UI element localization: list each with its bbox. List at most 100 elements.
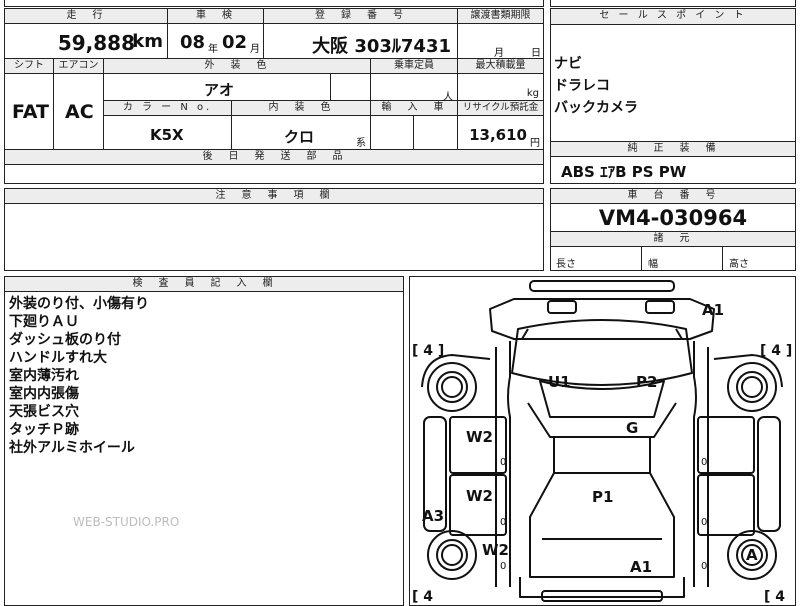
inspector-note: 室内内張傷 <box>9 386 79 402</box>
mileage-cell: 59,888 km <box>4 23 168 59</box>
ac-header: エアコン <box>53 58 104 74</box>
inspector-note: 室内薄汚れ <box>9 368 79 384</box>
later-parts-header: 後 日 発 送 部 品 <box>4 149 544 165</box>
recycle-amount: 13,610 <box>469 126 527 144</box>
recycle-header: リサイクル預託金 <box>457 100 544 116</box>
later-parts-cell <box>4 164 544 184</box>
interior-color-cell: クロ 系 <box>231 115 371 150</box>
shift-cell: FAT <box>4 73 54 150</box>
cautions-box: 注 意 事 項 欄 <box>4 188 544 271</box>
tire-front-right: [ 4 ] <box>760 343 792 359</box>
length-cell: 長さ <box>550 246 642 271</box>
shift-header: シフト <box>4 58 54 74</box>
mark-a-wheel: A <box>746 546 758 564</box>
inspector-note: タッチＰ跡 <box>9 422 79 438</box>
max-load-header: 最大積載量 <box>457 58 544 74</box>
capacity-cell: 人 <box>370 73 458 103</box>
color-no-header: カ ラ ー N o. <box>103 100 232 116</box>
import-cell-a <box>370 115 414 150</box>
mileage-value: 59,888 <box>57 31 135 55</box>
door-zero: 0 <box>701 561 707 572</box>
door-zero: 0 <box>701 457 707 468</box>
width-label: 幅 <box>648 259 658 270</box>
ac-value: AC <box>65 101 94 123</box>
tire-front-left: [ 4 ] <box>412 343 444 359</box>
top-strip-right <box>550 0 796 7</box>
sales-point-item: バックカメラ <box>554 100 638 116</box>
watermark: WEB-STUDIO.PRO <box>73 515 180 529</box>
cautions-header: 注 意 事 項 欄 <box>4 188 544 204</box>
max-load-cell: kg <box>457 73 544 101</box>
inspector-header: 検 査 員 記 入 欄 <box>4 276 404 292</box>
inspection-month: 02 <box>222 32 248 53</box>
standard-equipment-header: 純 正 装 備 <box>550 141 796 157</box>
mark-p2: P2 <box>636 373 657 391</box>
tire-rear-right: [ 4 <box>764 589 785 605</box>
shift-value: FAT <box>12 101 49 123</box>
mark-p1: P1 <box>592 488 613 506</box>
exterior-color-extra <box>330 73 371 101</box>
mark-w2-front-door: W2 <box>466 428 493 446</box>
mileage-header: 走 行 <box>4 8 168 24</box>
import-cell-b <box>413 115 458 150</box>
standard-equipment-box: 純 正 装 備 ABS ｴｱB PS PW <box>550 141 796 184</box>
height-cell: 高さ <box>722 246 796 271</box>
inspector-note: 外装のり付、小傷有り <box>9 296 149 312</box>
chassis-number: VM4-030964 <box>598 206 748 230</box>
length-label: 長さ <box>556 259 576 270</box>
color-no-value: K5X <box>150 126 184 144</box>
mark-a1-rear: A1 <box>630 558 652 576</box>
registration-cell: 大阪 303ﾙ7431 <box>263 23 458 59</box>
tire-rear-left: [ 4 <box>412 589 433 605</box>
inspector-note: 社外アルミホイール <box>9 440 135 456</box>
height-label: 高さ <box>729 259 749 270</box>
width-cell: 幅 <box>641 246 723 271</box>
inspector-notes: 外装のり付、小傷有り 下廻りＡＵ ダッシュ板のり付 ハンドルすれ大 室内薄汚れ … <box>9 295 149 457</box>
exterior-color-value: アオ <box>204 81 235 99</box>
interior-color-value: クロ <box>284 128 315 146</box>
door-zero: 0 <box>500 457 506 468</box>
chassis-header: 車 台 番 号 <box>550 188 796 204</box>
sales-points-header: セ ー ル ス ポ イ ン ト <box>550 8 796 25</box>
car-diagram-box: A1 U1 P2 G W2 W2 P1 A3 W2 A1 A [ 4 ] [ 4… <box>409 276 796 606</box>
chassis-box: 車 台 番 号 VM4-030964 諸 元 長さ 幅 高さ <box>550 188 796 271</box>
mark-g: G <box>626 419 638 437</box>
inspection-year: 08 <box>180 32 206 53</box>
transfer-month-unit: 月 <box>494 48 504 59</box>
inspector-note: 下廻りＡＵ <box>9 314 79 330</box>
inspection-month-unit: 月 <box>250 44 260 55</box>
inspection-cell: 08 年 02 月 <box>167 23 264 59</box>
car-diagram: A1 U1 P2 G W2 W2 P1 A3 W2 A1 A [ 4 ] [ 4… <box>412 280 792 605</box>
mark-a3: A3 <box>422 507 444 525</box>
dimensions-header: 諸 元 <box>550 231 796 247</box>
inspector-note: ダッシュ板のり付 <box>9 332 121 348</box>
exterior-color-header: 外 装 色 <box>103 58 371 74</box>
inspection-header: 車 検 <box>167 8 264 24</box>
door-zero: 0 <box>500 517 506 528</box>
sales-point-item: ドラレコ <box>554 78 610 94</box>
standard-equipment-value: ABS ｴｱB PS PW <box>561 163 687 181</box>
inspector-note: 天張ビス穴 <box>9 404 79 420</box>
recycle-unit: 円 <box>530 138 540 149</box>
inspection-year-unit: 年 <box>208 44 218 55</box>
color-no-cell: K5X <box>103 115 232 150</box>
capacity-header: 乗車定員 <box>370 58 458 74</box>
inspector-box: 検 査 員 記 入 欄 外装のり付、小傷有り 下廻りＡＵ ダッシュ板のり付 ハン… <box>4 276 404 606</box>
inspector-note: ハンドルすれ大 <box>9 350 107 366</box>
sales-points-box: セ ー ル ス ポ イ ン ト ナビ ドラレコ バックカメラ <box>550 8 796 142</box>
door-zero: 0 <box>701 517 707 528</box>
interior-color-suffix: 系 <box>356 138 366 149</box>
top-strip <box>4 0 544 7</box>
mark-u1: U1 <box>548 373 571 391</box>
mark-w2-rear-fender: W2 <box>482 541 509 559</box>
transfer-day-unit: 日 <box>531 48 541 59</box>
door-zero: 0 <box>500 561 506 572</box>
transfer-header: 譲渡書類期限 <box>457 8 544 24</box>
import-header: 輸 入 車 <box>370 100 458 116</box>
recycle-cell: 13,610 円 <box>457 115 544 150</box>
mark-w2-rear-door: W2 <box>466 487 493 505</box>
exterior-color-cell: アオ <box>103 73 331 101</box>
vehicle-info-table: 走 行 車 検 登 録 番 号 譲渡書類期限 59,888 km 08 年 02… <box>4 8 544 184</box>
registration-header: 登 録 番 号 <box>263 8 458 24</box>
interior-color-header: 内 装 色 <box>231 100 371 116</box>
